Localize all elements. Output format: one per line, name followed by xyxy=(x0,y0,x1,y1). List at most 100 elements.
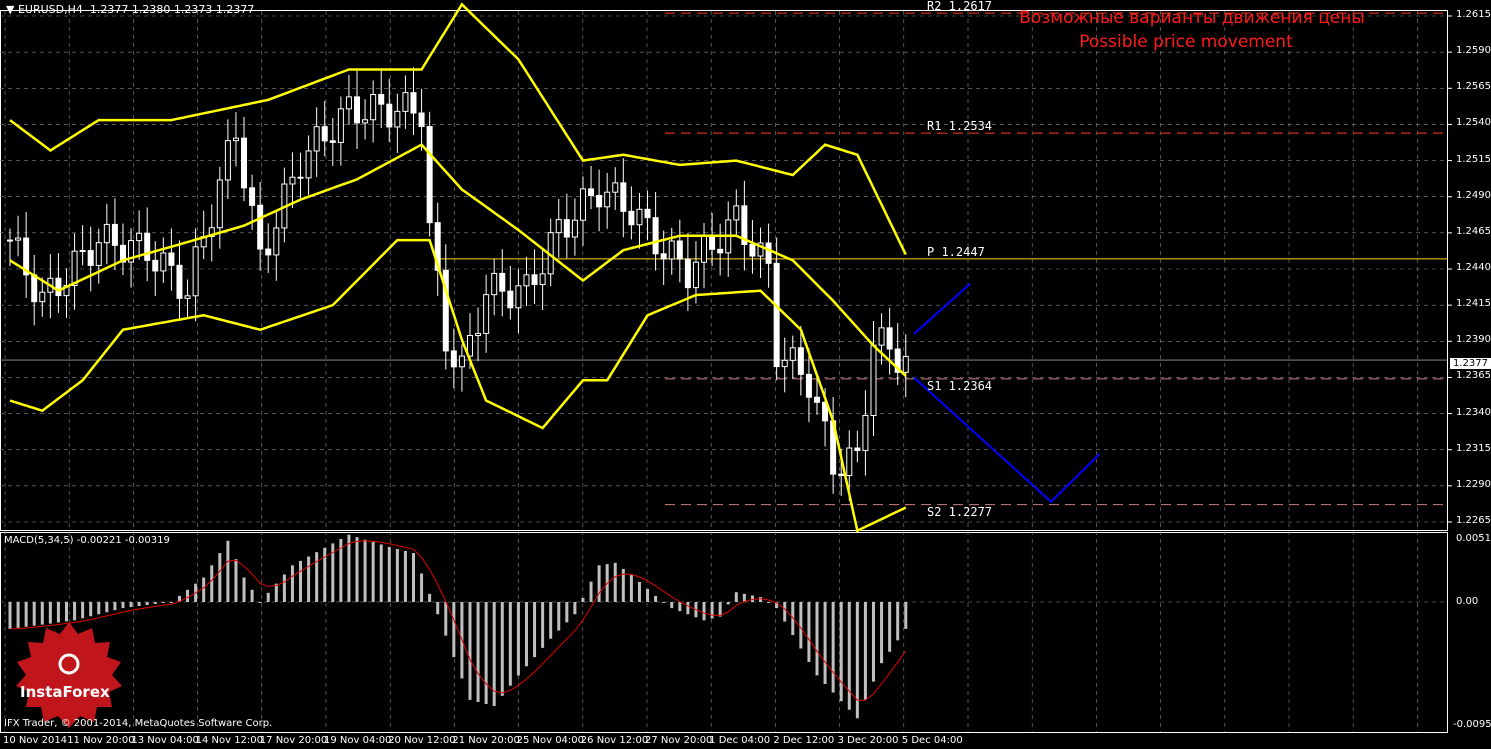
pivot-label-r2: R2 1.2617 xyxy=(927,0,993,14)
bull-candle xyxy=(305,150,312,179)
bear-candle xyxy=(168,252,175,266)
macd-histogram-bar xyxy=(629,575,633,602)
macd-histogram-bar xyxy=(161,602,165,604)
bull-candle xyxy=(192,246,199,297)
macd-histogram-bar xyxy=(218,553,222,602)
bear-candle xyxy=(55,277,62,297)
x-tick-label: 20 Nov 12:00 xyxy=(388,735,456,746)
x-tick-label: 26 Nov 12:00 xyxy=(580,735,649,746)
macd-histogram-bar xyxy=(557,602,561,631)
macd-histogram-bar xyxy=(113,602,117,611)
ohlc-values: 1.2377 1.2380 1.2373 1.2377 xyxy=(89,3,255,16)
bear-candle xyxy=(765,242,772,264)
macd-histogram-bar xyxy=(121,602,125,609)
bull-candle xyxy=(862,415,869,451)
x-tick-label: 21 Nov 20:00 xyxy=(452,735,520,746)
macd-histogram-bar xyxy=(686,602,690,615)
instaforex-logo xyxy=(16,622,122,728)
macd-histogram-bar xyxy=(428,593,432,602)
macd-histogram-bar xyxy=(597,565,601,602)
bear-candle xyxy=(749,243,756,257)
bull-candle xyxy=(15,237,22,241)
macd-histogram-bar xyxy=(904,602,908,629)
y-tick-label: 1.2490 xyxy=(1456,189,1491,201)
macd-histogram-bar xyxy=(670,602,674,609)
macd-histogram-bar xyxy=(436,602,440,615)
x-tick-label: 14 Nov 12:00 xyxy=(195,735,264,746)
macd-histogram-bar xyxy=(137,602,141,607)
macd-histogram-bar xyxy=(307,556,311,602)
bear-candle xyxy=(354,96,361,124)
chart-header: ▼ EURUSD,H4 1.2377 1.2380 1.2373 1.2377 xyxy=(6,3,255,16)
macd-histogram-bar xyxy=(888,602,892,652)
logo-badge xyxy=(16,622,122,728)
bear-candle xyxy=(507,290,514,309)
macd-histogram-bar xyxy=(242,577,246,602)
macd-histogram-bar xyxy=(274,583,278,602)
bull-candle xyxy=(224,140,231,181)
bear-candle xyxy=(797,347,804,375)
bear-candle xyxy=(620,182,627,212)
macd-histogram-bar xyxy=(363,539,367,602)
copyright: IFX Trader, © 2001-2014, MetaQuotes Soft… xyxy=(4,718,273,729)
macd-histogram-bar xyxy=(315,552,319,602)
bull-candle xyxy=(733,205,740,221)
macd-histogram-bar xyxy=(662,602,666,603)
logo-text: InstaForex xyxy=(20,683,110,701)
bear-candle xyxy=(31,274,38,303)
macd-histogram-bar xyxy=(726,602,730,605)
macd-histogram-bar xyxy=(718,602,722,617)
macd-histogram-bar xyxy=(210,565,214,602)
y-tick-label: 1.2540 xyxy=(1456,117,1491,129)
macd-histogram-bar xyxy=(202,577,206,602)
bull-candle xyxy=(612,182,619,193)
macd-histogram-bar xyxy=(387,546,391,602)
bear-candle xyxy=(87,250,94,266)
macd-tick-bottom: -0.00959 xyxy=(1453,719,1491,730)
bull-candle xyxy=(483,294,490,334)
bear-candle xyxy=(588,188,595,196)
x-tick-label: 25 Nov 04:00 xyxy=(516,735,585,746)
bull-candle xyxy=(71,250,78,287)
y-tick-label: 1.2340 xyxy=(1456,406,1491,418)
bull-candle xyxy=(79,250,86,253)
x-tick-label: 2 Dec 12:00 xyxy=(773,735,835,746)
bull-candle xyxy=(39,291,46,303)
bear-candle xyxy=(410,92,417,114)
macd-histogram-bar xyxy=(403,551,407,602)
bull-candle xyxy=(362,119,369,124)
bear-candle xyxy=(773,262,780,368)
macd-histogram-bar xyxy=(420,573,424,602)
macd-histogram-bar xyxy=(145,602,149,606)
x-tick-label: 19 Nov 04:00 xyxy=(324,735,392,746)
current-price-tag: 1.2377 xyxy=(1450,358,1491,369)
bollinger-lower-line xyxy=(9,238,907,533)
macd-histogram-bar xyxy=(678,602,682,612)
macd-histogram-bar xyxy=(48,602,52,624)
bull-candle xyxy=(515,285,522,309)
symbol-label: EURUSD,H4 xyxy=(17,3,83,16)
macd-histogram-bar xyxy=(799,602,803,649)
macd-histogram-bar xyxy=(97,602,101,615)
bear-candle xyxy=(652,217,659,255)
bear-candle xyxy=(111,223,118,246)
macd-tick-zero: 0.00 xyxy=(1456,596,1479,607)
bear-candle xyxy=(265,248,272,256)
bull-candle xyxy=(232,137,239,142)
bull-candle xyxy=(571,219,578,238)
macd-histogram-bar xyxy=(476,602,480,702)
bear-candle xyxy=(628,210,635,226)
macd-histogram-bar xyxy=(282,574,286,602)
macd-histogram-bar xyxy=(646,588,650,602)
x-tick-label: 17 Nov 20:00 xyxy=(259,735,328,746)
bear-candle xyxy=(531,274,538,285)
macd-histogram-bar xyxy=(89,602,93,617)
macd-histogram-bar xyxy=(710,602,714,619)
macd-histogram-bar xyxy=(896,602,900,641)
bear-candle xyxy=(886,327,893,350)
x-tick-label: 5 Dec 04:00 xyxy=(901,735,963,746)
bull-candle xyxy=(136,232,143,242)
macd-histogram-bar xyxy=(153,602,157,605)
macd-histogram-bar xyxy=(871,602,875,682)
macd-histogram-bar xyxy=(516,602,520,676)
